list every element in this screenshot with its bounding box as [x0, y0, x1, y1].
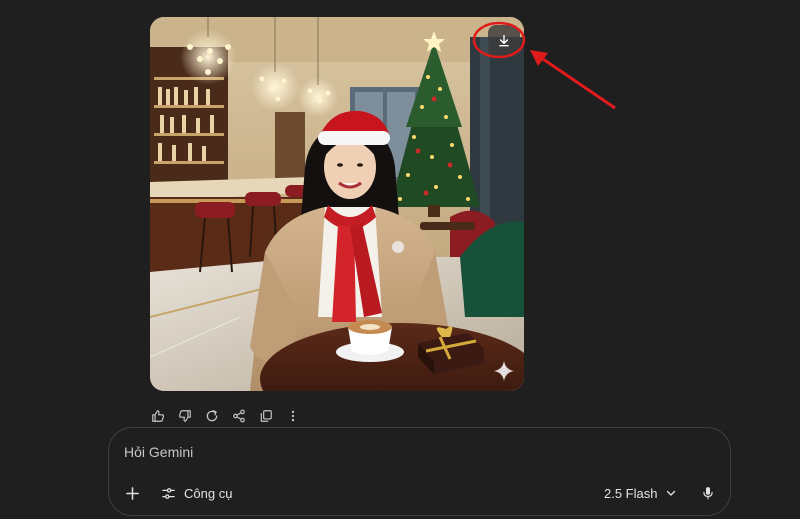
thumbs-down-icon [178, 410, 191, 422]
thumbs-up-icon [152, 410, 165, 422]
plus-icon [125, 486, 139, 500]
annotation-arrow-shaft [539, 55, 616, 110]
microphone-button[interactable] [698, 483, 718, 503]
model-label: 2.5 Flash [604, 485, 658, 501]
generated-image[interactable] [150, 17, 524, 391]
thumbs-down-button[interactable] [177, 408, 193, 424]
tune-icon [162, 487, 175, 499]
download-icon [499, 35, 509, 47]
add-button[interactable] [122, 483, 142, 503]
cafe-christmas-scene [150, 17, 524, 391]
more-options-button[interactable] [285, 408, 301, 424]
tools-button[interactable]: Công cụ [161, 483, 232, 503]
redo-icon [206, 410, 218, 422]
model-selector[interactable]: 2.5 Flash [604, 483, 677, 503]
microphone-icon [703, 487, 713, 500]
copy-button[interactable] [258, 408, 274, 424]
more-vert-icon [291, 410, 295, 422]
share-button[interactable] [231, 408, 247, 424]
chevron-down-icon [667, 490, 676, 496]
sparkle-icon [493, 360, 515, 382]
annotation-arrow-head [530, 50, 548, 66]
share-icon [233, 409, 245, 423]
tools-label: Công cụ [184, 485, 233, 501]
regenerate-button[interactable] [204, 408, 220, 424]
thumbs-up-button[interactable] [150, 408, 166, 424]
prompt-box: Công cụ 2.5 Flash [108, 427, 731, 516]
prompt-input[interactable] [124, 442, 684, 462]
response-actions [150, 407, 301, 425]
copy-icon [260, 410, 272, 422]
download-button[interactable] [488, 25, 520, 57]
